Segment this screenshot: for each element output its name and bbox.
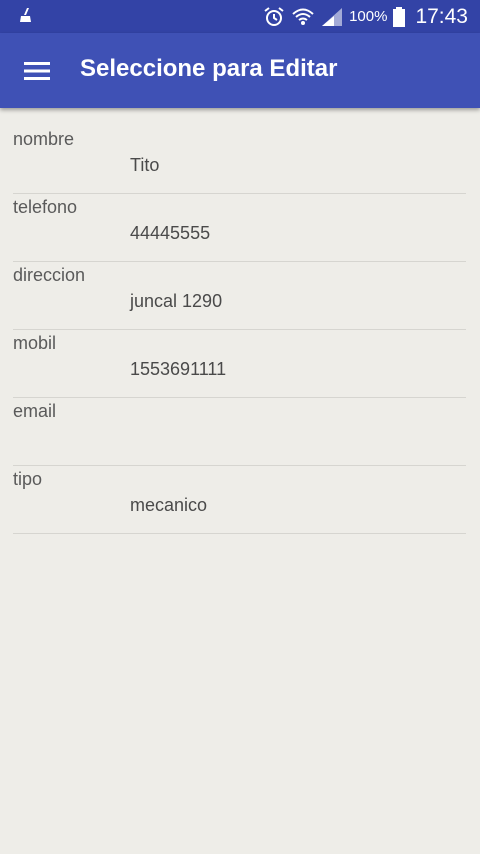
field-label: mobil <box>13 333 57 353</box>
field-value: Tito <box>130 155 160 175</box>
field-label: telefono <box>13 197 78 217</box>
cleaner-broom-icon <box>18 7 34 23</box>
contact-detail-list: nombre Tito telefono 44445555 direccion … <box>13 127 466 535</box>
field-value: 1553691111 <box>130 359 227 379</box>
field-value: 44445555 <box>130 223 211 243</box>
clock-time: 17:43 <box>415 4 468 28</box>
alarm-clock-icon <box>263 6 285 28</box>
field-row-nombre[interactable]: nombre Tito <box>13 127 466 194</box>
cell-signal-icon <box>321 7 343 27</box>
field-row-tipo[interactable]: tipo mecanico <box>13 467 466 534</box>
field-label: nombre <box>13 129 75 149</box>
status-bar: 100% 17:43 <box>0 0 480 33</box>
field-row-mobil[interactable]: mobil 1553691111 <box>13 331 466 398</box>
page-title: Seleccione para Editar <box>80 55 338 82</box>
field-row-direccion[interactable]: direccion juncal 1290 <box>13 263 466 330</box>
app-bar: Seleccione para Editar <box>0 33 480 108</box>
field-row-telefono[interactable]: telefono 44445555 <box>13 195 466 262</box>
status-icons: 100% 17:43 <box>263 0 468 33</box>
field-value: juncal 1290 <box>130 291 223 311</box>
field-label: direccion <box>13 265 86 285</box>
field-label: tipo <box>13 469 43 489</box>
wifi-icon <box>291 6 315 28</box>
field-row-email[interactable]: email <box>13 399 466 466</box>
hamburger-menu-icon[interactable] <box>20 55 54 87</box>
battery-icon <box>393 6 406 27</box>
field-label: email <box>13 401 57 421</box>
battery-percent: 100% <box>349 8 388 25</box>
field-value: mecanico <box>130 495 208 515</box>
